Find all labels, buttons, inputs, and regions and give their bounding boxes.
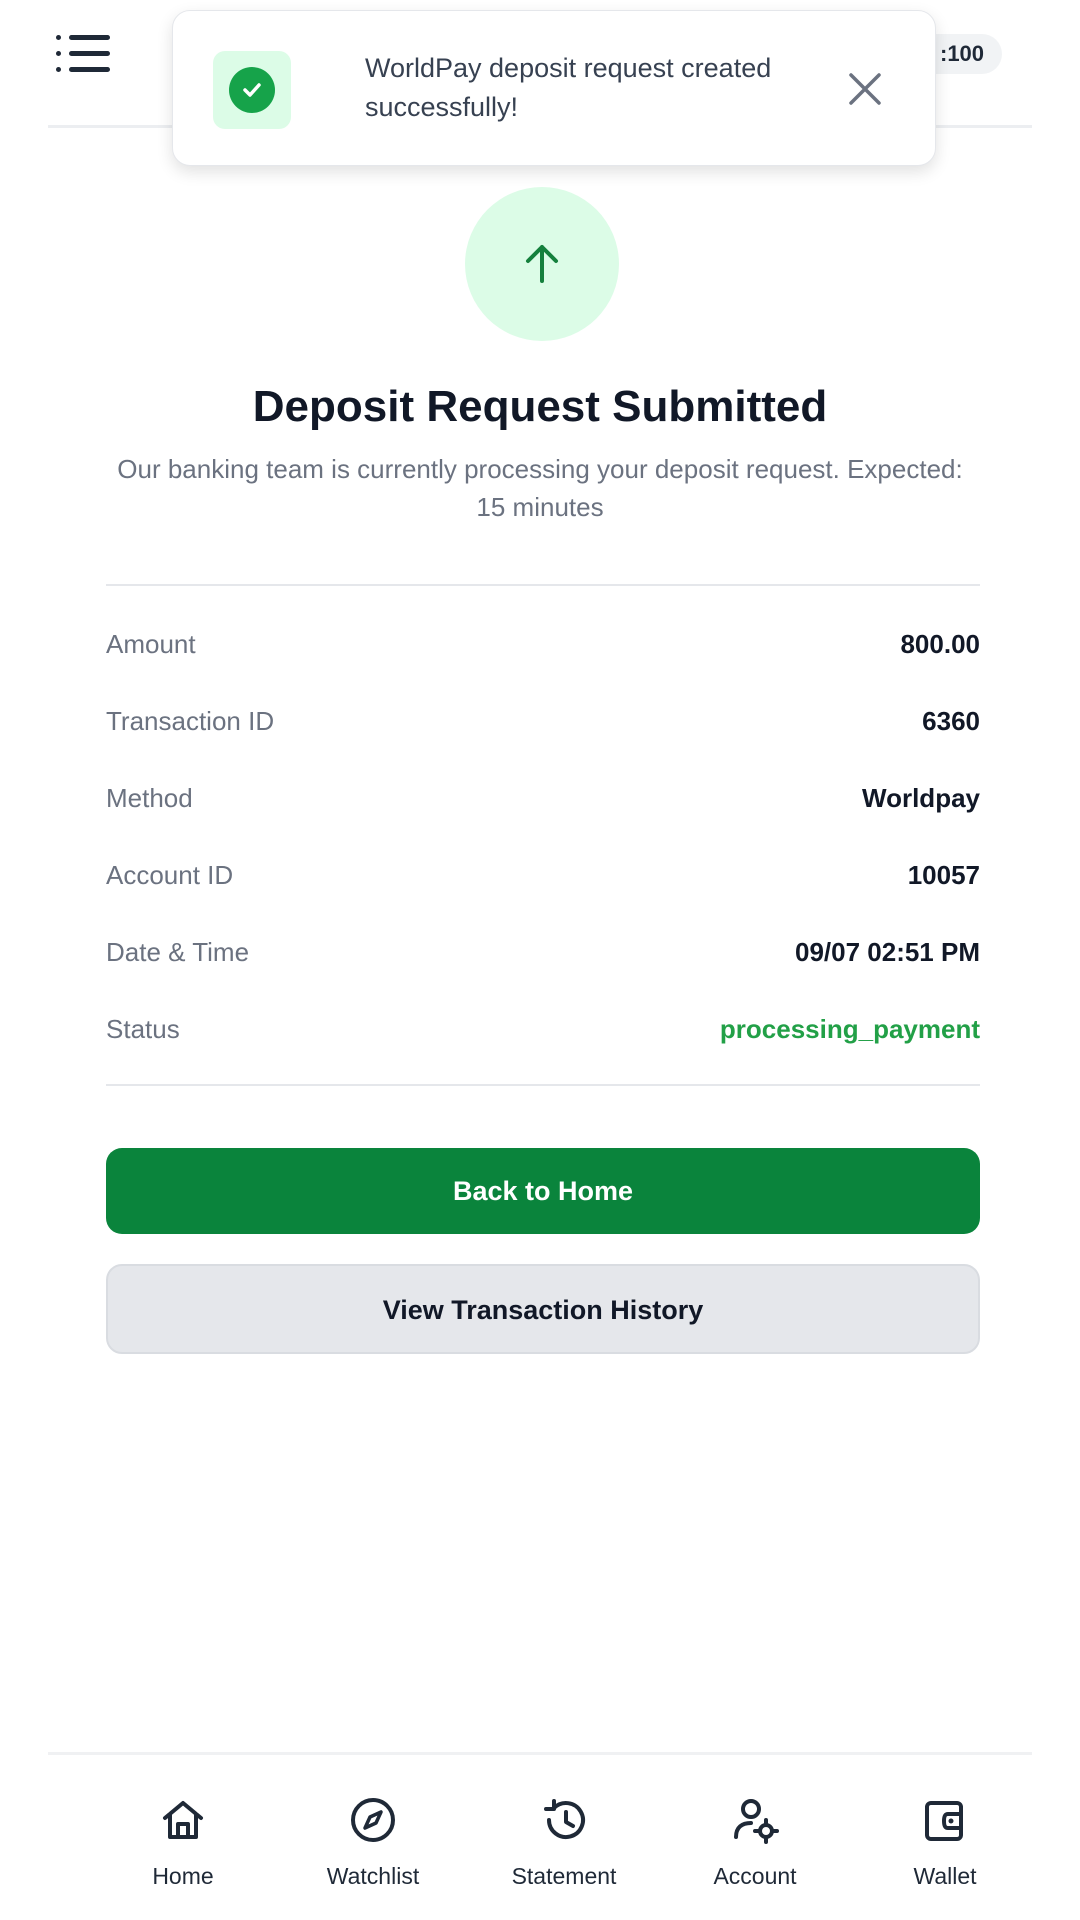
menu-icon[interactable] — [56, 32, 110, 74]
detail-value: 6360 — [922, 706, 980, 736]
detail-row-method: Method Worldpay — [106, 778, 980, 818]
divider — [106, 584, 980, 586]
compass-icon — [348, 1795, 398, 1845]
detail-row-transaction-id: Transaction ID 6360 — [106, 701, 980, 741]
detail-label: Transaction ID — [106, 706, 275, 736]
history-icon — [539, 1795, 589, 1845]
bottom-nav: Home Watchlist Statement Account Wallet — [48, 1752, 1032, 1920]
detail-row-amount: Amount 800.00 — [106, 624, 980, 664]
nav-label: Home — [152, 1863, 214, 1889]
status-badge: processing_payment — [719, 1014, 980, 1044]
user-settings-icon — [730, 1795, 780, 1845]
close-icon[interactable] — [845, 69, 885, 109]
nav-label: Watchlist — [326, 1863, 420, 1889]
nav-item-wallet[interactable]: Wallet — [850, 1755, 1040, 1920]
deposit-confirmation-page: :100 WorldPay deposit request created su… — [0, 0, 1080, 1920]
nav-label: Account — [713, 1863, 797, 1889]
page-title: Deposit Request Submitted — [252, 382, 828, 431]
detail-row-date-time: Date & Time 09/07 02:51 PM — [106, 932, 980, 972]
detail-label: Status — [106, 1014, 180, 1044]
success-toast: WorldPay deposit request created success… — [172, 10, 936, 166]
detail-label: Amount — [106, 629, 196, 659]
detail-label: Method — [106, 783, 193, 813]
detail-label: Account ID — [106, 860, 234, 890]
detail-row-status: Status processing_payment — [106, 1009, 980, 1049]
nav-item-home[interactable]: Home — [88, 1755, 278, 1920]
detail-row-account-id: Account ID 10057 — [106, 855, 980, 895]
toast-message: WorldPay deposit request created success… — [365, 53, 772, 122]
check-circle-icon — [229, 67, 275, 113]
detail-value: 09/07 02:51 PM — [794, 937, 980, 967]
detail-value: 10057 — [907, 860, 980, 890]
detail-label: Date & Time — [106, 937, 250, 967]
detail-value: 800.00 — [900, 629, 980, 659]
wallet-icon — [920, 1795, 970, 1845]
toast-icon-container — [213, 51, 291, 129]
home-icon — [158, 1795, 208, 1845]
arrow-up-icon — [465, 187, 619, 341]
nav-label: Statement — [511, 1863, 617, 1889]
page-subtitle: Our banking team is currently processing… — [117, 454, 963, 522]
nav-item-statement[interactable]: Statement — [469, 1755, 659, 1920]
nav-item-watchlist[interactable]: Watchlist — [278, 1755, 468, 1920]
divider — [106, 1084, 980, 1086]
back-to-home-button[interactable]: Back to Home — [106, 1148, 980, 1234]
nav-label: Wallet — [913, 1863, 977, 1889]
view-transaction-history-button[interactable]: View Transaction History — [106, 1264, 980, 1354]
nav-item-account[interactable]: Account — [660, 1755, 850, 1920]
detail-value: Worldpay — [862, 783, 980, 813]
